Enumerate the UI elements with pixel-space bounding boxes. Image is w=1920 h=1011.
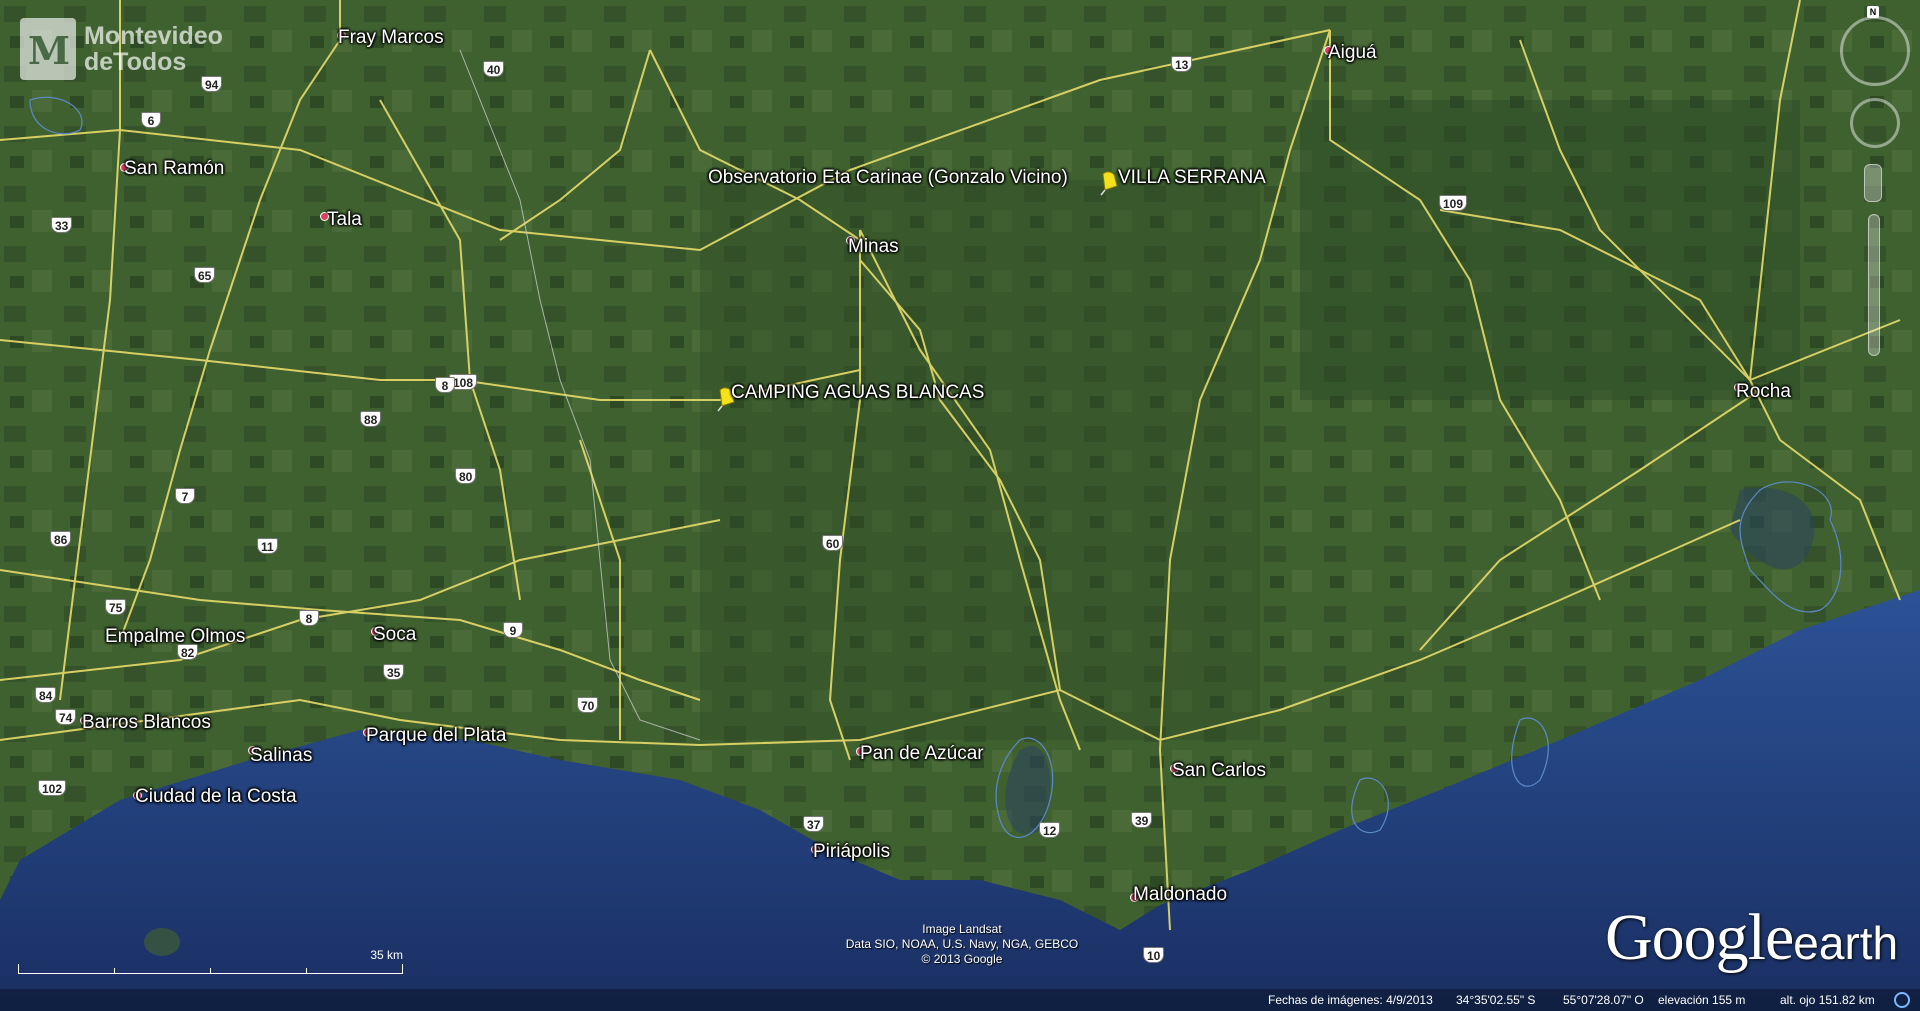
route-shield: 11 xyxy=(257,538,278,554)
route-shield: 39 xyxy=(1131,812,1153,828)
google-earth-logo: Googleearth xyxy=(1605,901,1899,974)
place-label[interactable]: Aiguá xyxy=(1328,42,1377,64)
place-label[interactable]: Fray Marcos xyxy=(338,27,444,49)
route-shield: 80 xyxy=(455,468,477,484)
compass-ring-icon[interactable] xyxy=(1840,16,1910,86)
place-label[interactable]: Rocha xyxy=(1736,381,1791,403)
route-shield: 88 xyxy=(360,411,382,427)
credit-line: Image Landsat xyxy=(922,922,1002,936)
satellite-imagery xyxy=(0,0,1920,1011)
route-shield: 10 xyxy=(1143,947,1165,963)
scale-bar: 35 km xyxy=(18,948,403,978)
placemark-label[interactable]: CAMPING AGUAS BLANCAS xyxy=(731,382,984,404)
latitude-readout: 34°35'02.55" S xyxy=(1456,993,1536,1007)
place-label[interactable]: Barros Blancos xyxy=(82,712,211,734)
route-shield: 86 xyxy=(50,531,72,547)
route-shield: 75 xyxy=(105,599,127,615)
credit-line: Data SIO, NOAA, U.S. Navy, NGA, GEBCO xyxy=(845,937,1079,951)
place-label[interactable]: Ciudad de la Costa xyxy=(135,786,297,808)
route-shield: 40 xyxy=(483,61,505,77)
route-shield: 9 xyxy=(503,622,523,638)
place-label[interactable]: San Ramón xyxy=(124,158,224,180)
place-label[interactable]: Piriápolis xyxy=(813,841,890,863)
place-label[interactable]: Pan de Azúcar xyxy=(860,743,984,765)
imagery-date: Fechas de imágenes: 4/9/2013 xyxy=(1268,993,1433,1007)
logo-line2: deTodos xyxy=(84,48,187,76)
route-shield: 37 xyxy=(803,816,825,832)
longitude-readout: 55°07'28.07" O xyxy=(1563,993,1644,1007)
map-view[interactable]: Fray Marcos Aiguá San Ramón Tala Minas R… xyxy=(0,0,1920,1011)
route-shield: 6 xyxy=(141,112,161,128)
route-shield: 74 xyxy=(55,709,77,725)
place-label[interactable]: Minas xyxy=(848,236,899,258)
route-shield: 12 xyxy=(1039,822,1061,838)
route-shield: 70 xyxy=(577,697,599,713)
credit-line: © 2013 Google xyxy=(921,952,1003,966)
north-indicator-icon: N xyxy=(1867,6,1879,18)
route-shield: 7 xyxy=(175,488,195,504)
place-label[interactable]: San Carlos xyxy=(1172,760,1266,782)
route-shield: 65 xyxy=(194,267,216,283)
logo-mark-icon: M xyxy=(20,18,76,80)
place-label[interactable]: Tala xyxy=(327,209,362,231)
placemark-label[interactable]: Observatorio Eta Carinae (Gonzalo Vicino… xyxy=(708,167,1068,189)
route-shield: 102 xyxy=(38,780,67,796)
route-shield: 35 xyxy=(383,664,405,680)
route-shield: 84 xyxy=(35,687,57,703)
navigation-controls[interactable]: N xyxy=(1840,6,1912,364)
place-label[interactable]: Parque del Plata xyxy=(366,725,507,747)
route-shield: 60 xyxy=(822,535,844,551)
place-label[interactable]: Maldonado xyxy=(1133,884,1227,906)
look-joystick-icon[interactable] xyxy=(1850,98,1900,148)
route-shield: 8 xyxy=(435,377,455,393)
eye-altitude-readout: alt. ojo 151.82 km xyxy=(1780,993,1875,1007)
place-label[interactable]: Soca xyxy=(373,624,416,646)
route-shield: 13 xyxy=(1171,56,1193,72)
watermark-logo: M Montevideo deTodos xyxy=(20,18,223,80)
route-shield: 82 xyxy=(177,644,199,660)
status-bar: Fechas de imágenes: 4/9/2013 34°35'02.55… xyxy=(0,989,1920,1011)
placemark-label[interactable]: VILLA SERRANA xyxy=(1118,167,1266,189)
place-label[interactable]: Empalme Olmos xyxy=(105,626,245,648)
route-shield: 33 xyxy=(51,217,73,233)
street-view-pegman-icon[interactable] xyxy=(1864,164,1882,202)
elevation-readout: elevación 155 m xyxy=(1658,993,1746,1007)
route-shield: 109 xyxy=(1439,195,1468,211)
place-label[interactable]: Salinas xyxy=(250,745,312,767)
zoom-slider[interactable] xyxy=(1868,214,1880,356)
route-shield: 8 xyxy=(299,610,319,626)
scale-label: 35 km xyxy=(370,948,403,962)
streaming-indicator-icon xyxy=(1894,992,1910,1008)
logo-line1: Montevideo xyxy=(84,22,223,50)
imagery-credits: Image Landsat Data SIO, NOAA, U.S. Navy,… xyxy=(822,922,1102,967)
